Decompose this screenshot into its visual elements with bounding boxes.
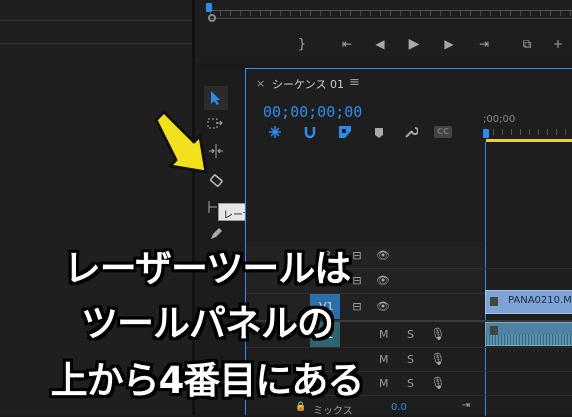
snap-button[interactable] [302,125,318,139]
toggle-output-icon [269,126,281,138]
ruler-start-label: ;00;00 [483,114,516,125]
mic-icon: 🎙 [430,327,446,341]
captions-icon: CC [437,127,449,136]
clip-name: PANA0210.M [508,295,572,306]
nest-toggle-button[interactable] [267,125,283,139]
step-back-icon[interactable]: ◀ [372,37,388,51]
timecode-display[interactable]: 00;00;00;00 [263,103,362,121]
fx-badge-icon [490,297,498,306]
fx-badge-icon [490,326,498,335]
caption-line-3: 上から4番目にある [50,359,365,402]
caption-line-2: ツールパネルの [81,302,334,345]
a3-voiceover-button[interactable]: 🎙 [430,376,446,390]
work-area-bar[interactable] [486,139,572,142]
video-clip[interactable]: PANA0210.M [485,290,572,314]
timeline-playhead[interactable] [483,129,489,138]
program-monitor: } ⇤ ◀ ▶ ▶ ⇥ ⧉ + [195,0,572,62]
a2-voiceover-button[interactable]: 🎙 [430,352,446,366]
export-frame-icon[interactable]: ⧉ [518,37,536,51]
audio-clip[interactable] [485,322,572,346]
wrench-icon [405,127,418,138]
go-to-in-icon[interactable]: ⇤ [338,37,356,51]
button-editor-icon[interactable]: + [551,37,565,51]
add-marker-button[interactable] [372,126,386,139]
zoom-scroll-bar[interactable] [208,18,572,19]
step-forward-icon[interactable]: ▶ [441,37,457,51]
selection-tool-button[interactable] [204,86,228,110]
caption-line-1: レーザーツールは [63,247,352,290]
zoom-scroll-handle[interactable] [208,14,216,22]
mic-icon: 🎙 [430,352,446,366]
mini-playhead[interactable] [206,3,212,12]
panel-menu-icon[interactable]: ≡ [349,75,360,90]
snap-icon [304,127,316,139]
go-to-out-icon[interactable]: ⇥ [475,37,493,51]
track-row [246,347,572,348]
mic-icon: 🎙 [430,376,446,390]
mini-timeline-ruler [210,11,572,16]
link-icon [339,126,351,138]
panel-divider [0,20,192,21]
timeline-settings-button[interactable] [403,125,419,139]
selection-arrow-icon [211,91,220,105]
close-tab-icon[interactable]: × [256,77,265,90]
sequence-tab-title[interactable]: シーケンス 01 [272,76,344,92]
marker-icon [375,127,383,138]
playhead-line [485,142,486,416]
mark-in-icon[interactable]: } [295,37,309,51]
time-ruler-ticks [484,129,572,135]
linked-selection-button[interactable] [337,125,353,139]
captions-button[interactable]: CC [434,126,452,138]
a1-voiceover-button[interactable]: 🎙 [430,327,446,341]
mix-go-to-end-icon[interactable]: ⇥ [460,400,472,412]
annotation-arrow-icon [154,110,208,174]
audio-waveform [486,335,572,345]
panel-divider [0,43,192,44]
play-icon[interactable]: ▶ [406,36,422,52]
